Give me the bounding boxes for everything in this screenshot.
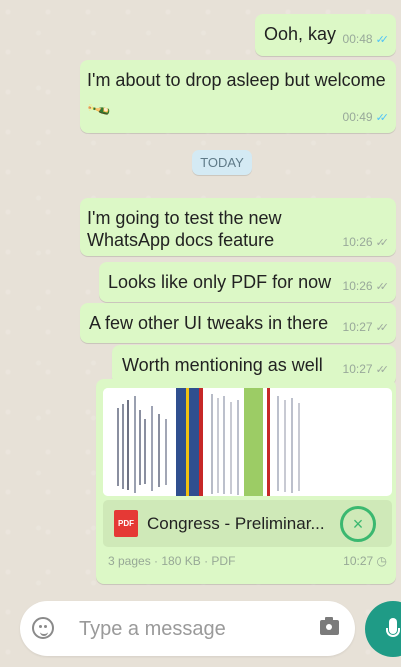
emoji-smile-shape [40, 629, 48, 636]
pdf-page-thumbnail-5 [263, 388, 308, 496]
message-bubble-1[interactable]: Ooh, kay 00:48 ✓✓ [255, 14, 396, 56]
message-time-4: 10:26 [342, 279, 373, 293]
message-time-6: 10:27 [342, 362, 373, 376]
message-meta-4: 10:26 ✓✓ [342, 279, 390, 293]
message-time-3: 10:26 [342, 235, 373, 249]
pdf-preview[interactable] [103, 388, 392, 496]
date-divider: TODAY [192, 150, 252, 175]
emoji-icon[interactable] [32, 617, 54, 639]
document-meta: 3 pages · 180 KB · PDF [108, 554, 236, 568]
document-message-bubble[interactable]: PDF Congress - Preliminar... × 3 pages ·… [96, 379, 396, 584]
message-composer[interactable] [20, 601, 355, 656]
double-check-icon: ✓✓ [375, 280, 390, 293]
double-check-icon: ✓✓ [375, 111, 390, 124]
pdf-page-thumbnail-2 [176, 388, 199, 496]
message-text-6: Worth mentioning as well [122, 355, 323, 375]
message-time-2: 00:49 [342, 110, 373, 124]
document-time: 10:27 ◷ [343, 554, 387, 568]
pdf-page-thumbnail-1 [103, 388, 176, 496]
pdf-page-thumbnail-4 [244, 388, 263, 496]
clock-icon: ◷ [376, 554, 387, 568]
mic-base-shape [386, 628, 400, 637]
message-text-1: Ooh, kay [264, 24, 337, 44]
message-text-3: I'm going to test the new WhatsApp docs … [87, 208, 282, 250]
double-check-icon: ✓✓ [375, 363, 390, 376]
message-time-5: 10:27 [342, 320, 373, 334]
message-meta-6: 10:27 ✓✓ [342, 362, 390, 376]
double-check-icon: ✓✓ [375, 236, 390, 249]
pdf-page-thumbnail-3 [199, 388, 244, 496]
message-bubble-3[interactable]: I'm going to test the new WhatsApp docs … [80, 198, 396, 256]
message-bubble-4[interactable]: Looks like only PDF for now 10:26 ✓✓ [99, 262, 396, 302]
message-meta-5: 10:27 ✓✓ [342, 320, 390, 334]
message-bubble-5[interactable]: A few other UI tweaks in there 10:27 ✓✓ [80, 303, 396, 343]
double-check-icon: ✓✓ [375, 321, 390, 334]
message-meta-3: 10:26 ✓✓ [342, 235, 390, 249]
message-text-2: I'm about to drop asleep but welcome [87, 70, 386, 90]
message-meta-1: 00:48 ✓✓ [342, 32, 390, 46]
document-name: Congress - Preliminar... [147, 513, 325, 533]
champagne-emoji: 🍾 [85, 95, 114, 124]
message-text-4: Looks like only PDF for now [108, 272, 332, 292]
message-input[interactable] [77, 613, 301, 645]
message-time-1: 00:48 [342, 32, 373, 46]
camera-icon[interactable] [320, 617, 339, 635]
document-time-text: 10:27 [343, 554, 374, 568]
cancel-icon: × [352, 513, 364, 534]
pdf-icon: PDF [114, 510, 138, 537]
chat-thread[interactable]: Ooh, kay 00:48 ✓✓ I'm about to drop asle… [0, 0, 401, 600]
cancel-download-button[interactable]: × [340, 506, 376, 542]
double-check-icon: ✓✓ [375, 33, 390, 46]
message-text-5: A few other UI tweaks in there [89, 313, 329, 333]
message-meta-2: 00:49 ✓✓ [342, 110, 390, 124]
message-bubble-2[interactable]: I'm about to drop asleep but welcome 🍾 0… [80, 60, 396, 133]
document-row[interactable]: PDF Congress - Preliminar... × [103, 500, 392, 547]
